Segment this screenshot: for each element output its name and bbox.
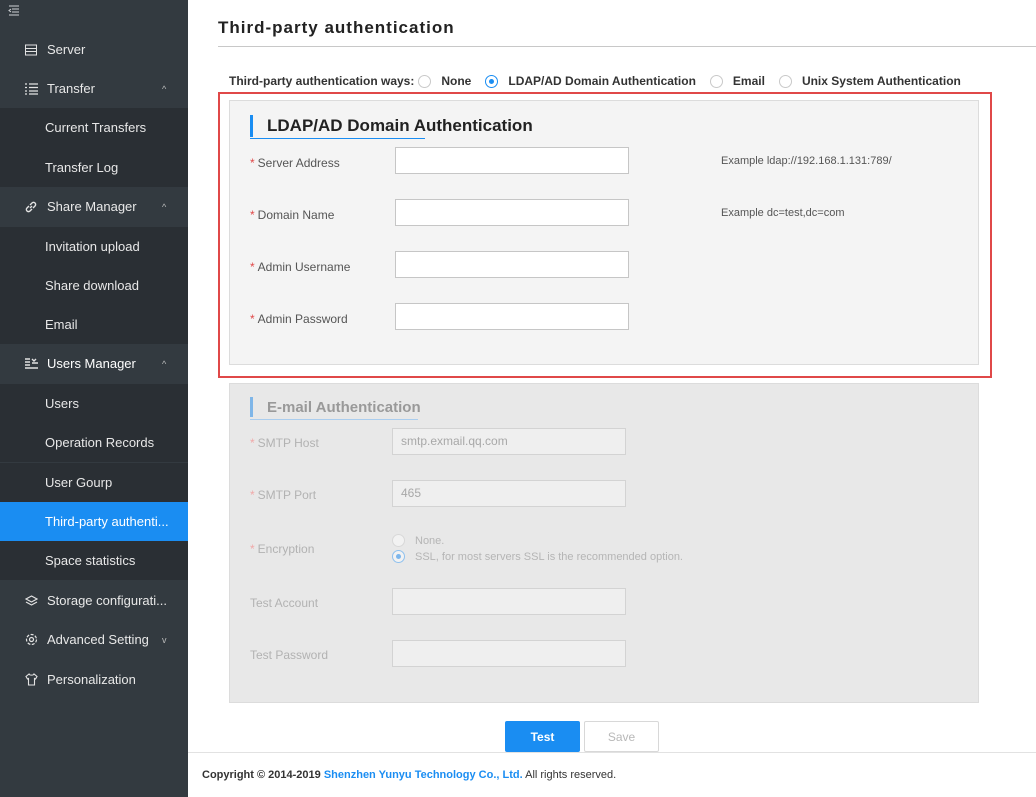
list-icon (24, 82, 38, 96)
menu-collapse-icon[interactable] (8, 4, 22, 18)
sidebar-item-label: Transfer Log (45, 160, 119, 175)
shirt-icon (24, 673, 38, 687)
smtp-port-label: * SMTP Port (250, 488, 316, 502)
chevron-up-icon: ^ (162, 201, 167, 212)
sidebar-item-current-transfers[interactable]: Current Transfers (0, 108, 188, 147)
sidebar-item-transfer-log[interactable]: Transfer Log (0, 148, 188, 187)
sidebar-item-transfer[interactable]: Transfer ^ (0, 69, 188, 108)
page-title: Third-party authentication (218, 18, 455, 37)
main-content: Third-party authentication Third-party a… (188, 0, 1036, 797)
footer-divider (188, 752, 1036, 753)
sidebar-item-label: Current Transfers (45, 120, 147, 135)
encryption-option-ssl: SSL, for most servers SSL is the recomme… (392, 550, 683, 563)
encryption-label-text: Encryption (257, 542, 315, 556)
radio-email[interactable] (709, 74, 723, 88)
sidebar-item-server[interactable]: Server (0, 30, 188, 69)
heading-underline (250, 419, 418, 420)
gear-icon (24, 633, 38, 647)
encryption-label: * Encryption (250, 542, 314, 556)
title-divider (218, 46, 1036, 47)
radio-label-ldap: LDAP/AD Domain Authentication (508, 74, 696, 88)
chevron-down-icon: v (162, 634, 167, 645)
email-auth-panel: E-mail Authentication * SMTP Host smtp.ex… (229, 383, 979, 703)
auth-ways-selector: Third-party authentication ways: None LD… (229, 74, 965, 88)
radio-encryption-ssl (392, 550, 405, 563)
required-mark: * (250, 436, 255, 450)
radio-label-unix: Unix System Authentication (801, 74, 961, 88)
sidebar-item-label: Invitation upload (45, 239, 140, 254)
smtp-port-input: 465 (392, 480, 626, 507)
rights-text: All rights reserved. (525, 769, 617, 781)
encryption-none-text: None. (415, 534, 445, 547)
sidebar-item-user-group[interactable]: User Gourp (0, 463, 188, 502)
radio-none[interactable] (418, 74, 432, 88)
sidebar-item-label: Space statistics (45, 553, 136, 568)
sidebar-item-label: Transfer (47, 81, 95, 96)
sidebar-item-email[interactable]: Email (0, 305, 188, 344)
sidebar-item-label: Personalization (47, 672, 136, 687)
users-icon (24, 357, 38, 371)
radio-label-none: None (441, 74, 472, 88)
sidebar-item-label: Third-party authenti... (45, 514, 169, 529)
sidebar-item-label: Operation Records (45, 435, 155, 450)
radio-unix[interactable] (778, 74, 792, 88)
sidebar-item-operation-records[interactable]: Operation Records (0, 423, 188, 462)
auth-ways-label: Third-party authentication ways: (229, 74, 415, 88)
sidebar-item-users-manager[interactable]: Users Manager ^ (0, 344, 188, 383)
email-heading-text: E-mail Authentication (267, 398, 421, 416)
encryption-option-none: None. (392, 534, 444, 547)
sidebar-item-storage-configuration[interactable]: Storage configurati... (0, 581, 188, 620)
test-account-input (392, 588, 626, 615)
required-mark: * (250, 542, 255, 556)
sidebar-item-advanced-setting[interactable]: Advanced Setting v (0, 620, 188, 659)
layers-icon (24, 594, 38, 608)
sidebar-item-personalization[interactable]: Personalization (0, 660, 188, 699)
save-button[interactable]: Save (584, 721, 659, 752)
sidebar-top (0, 0, 188, 26)
email-panel-heading: E-mail Authentication (250, 396, 421, 418)
link-icon (24, 200, 38, 214)
chevron-up-icon: ^ (162, 358, 167, 369)
smtp-host-input: smtp.exmail.qq.com (392, 428, 626, 455)
test-account-label: Test Account (250, 596, 319, 610)
company-link[interactable]: Shenzhen Yunyu Technology Co., Ltd. (324, 769, 523, 781)
sidebar-item-label: Advanced Setting (47, 632, 149, 647)
sidebar-item-label: Share download (45, 278, 139, 293)
sidebar-item-invitation-upload[interactable]: Invitation upload (0, 227, 188, 266)
required-mark: * (250, 488, 255, 502)
test-button[interactable]: Test (505, 721, 580, 752)
chevron-up-icon: ^ (162, 83, 167, 94)
sidebar-item-space-statistics[interactable]: Space statistics (0, 541, 188, 580)
sidebar-item-label: Users Manager (47, 356, 136, 371)
sidebar-item-label: Server (47, 42, 86, 57)
sidebar-item-third-party-auth[interactable]: Third-party authenti... (0, 502, 188, 541)
sidebar-item-label: Storage configurati... (47, 593, 167, 608)
encryption-ssl-text: SSL, for most servers SSL is the recomme… (415, 550, 683, 563)
smtp-port-label-text: SMTP Port (257, 488, 317, 502)
test-password-label: Test Password (250, 648, 329, 662)
footer: Copyright © 2014-2019 Shenzhen Yunyu Tec… (202, 769, 616, 781)
radio-ldap[interactable] (485, 74, 499, 88)
radio-label-email: Email (732, 74, 765, 88)
sidebar-item-label: User Gourp (45, 475, 113, 490)
smtp-host-label: * SMTP Host (250, 436, 319, 450)
sidebar-item-label: Users (45, 396, 79, 411)
radio-encryption-none (392, 534, 405, 547)
test-password-input (392, 640, 626, 667)
sidebar-item-share-manager[interactable]: Share Manager ^ (0, 187, 188, 226)
sidebar-item-label: Share Manager (47, 199, 137, 214)
copyright-text: Copyright © 2014-2019 (202, 769, 321, 781)
smtp-host-label-text: SMTP Host (257, 436, 319, 450)
heading-accent-bar (250, 397, 253, 417)
server-icon (24, 43, 38, 57)
sidebar-item-users[interactable]: Users (0, 384, 188, 423)
sidebar-item-share-download[interactable]: Share download (0, 266, 188, 305)
sidebar-item-label: Email (45, 317, 78, 332)
highlight-box (218, 92, 992, 378)
sidebar: Server Transfer ^ Current Transfers Tran… (0, 0, 188, 797)
